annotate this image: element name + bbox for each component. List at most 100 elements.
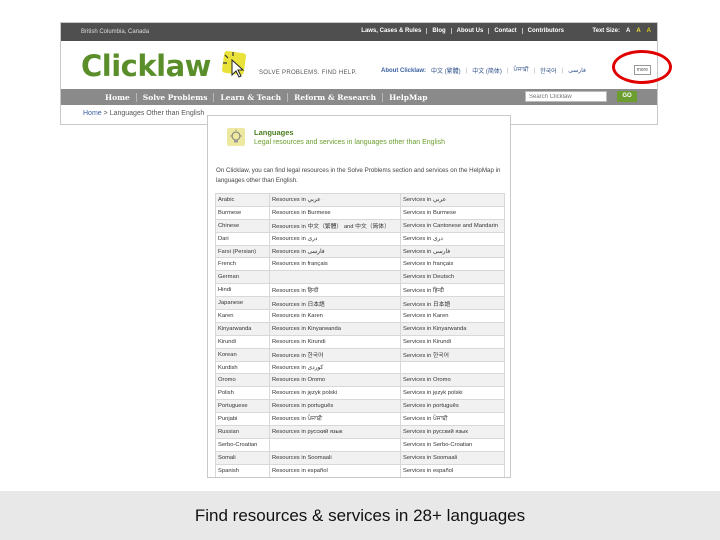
- language-cell: German: [215, 270, 270, 285]
- resources-cell[interactable]: Resources in हिन्दी: [269, 283, 401, 298]
- services-cell[interactable]: Services in دری: [400, 231, 505, 246]
- search-go-button[interactable]: GO: [617, 91, 637, 102]
- services-cell[interactable]: Services in Kirundi: [400, 334, 505, 349]
- panel-intro: On Clicklaw, you can find legal resource…: [216, 167, 501, 184]
- resources-cell[interactable]: Resources in język polski: [269, 386, 401, 401]
- resources-cell[interactable]: Resources in عربي: [269, 193, 401, 207]
- services-cell[interactable]: Services in język polski: [400, 386, 505, 401]
- lang-link-chinese-simplified[interactable]: 中文 (简体): [472, 66, 502, 75]
- resources-cell[interactable]: Resources in español: [269, 463, 401, 477]
- services-cell[interactable]: Services in Deutsch: [400, 270, 505, 285]
- resources-cell[interactable]: Resources in français: [269, 257, 401, 272]
- language-cell: Hindi: [215, 283, 270, 298]
- resources-cell[interactable]: Resources in português: [269, 399, 401, 414]
- table-row: Hindi Resources in हिन्दी Services in हिन्…: [215, 283, 505, 298]
- services-cell[interactable]: Services in Soomaali: [400, 450, 505, 465]
- language-cell: Oromo: [215, 373, 270, 388]
- resources-cell[interactable]: Resources in Kirundi: [269, 334, 401, 349]
- services-cell[interactable]: Services in فارسی: [400, 244, 505, 259]
- top-link-blog[interactable]: Blog: [426, 28, 450, 34]
- services-cell[interactable]: Services in Serbo-Croatian: [400, 437, 505, 452]
- lang-link-farsi[interactable]: فارسی: [568, 67, 586, 74]
- services-cell[interactable]: Services in português: [400, 399, 505, 414]
- table-row: Kurdish Resources in کوردی: [215, 360, 505, 375]
- top-links: Laws, Cases & Rules Blog About Us Contac…: [356, 28, 569, 34]
- language-cell: Serbo-Croatian: [215, 437, 270, 452]
- table-row: Farsi (Persian) Resources in فارسی Service…: [215, 244, 505, 259]
- table-row: Polish Resources in język polski Services …: [215, 386, 505, 401]
- services-cell[interactable]: Services in Karen: [400, 309, 505, 323]
- resources-cell[interactable]: Resources in ਪੰਜਾਬੀ: [269, 412, 401, 427]
- clicklaw-logo[interactable]: Clicklaw: [81, 49, 211, 83]
- caption-bar: Find resources & services in 28+ languag…: [0, 491, 720, 540]
- language-cell: French: [215, 257, 270, 272]
- nav-home[interactable]: Home: [99, 93, 136, 102]
- top-bar: British Columbia, Canada Laws, Cases & R…: [61, 23, 657, 41]
- services-cell[interactable]: Services in français: [400, 257, 505, 272]
- table-row: Kirundi Resources in Kirundi Services in K…: [215, 334, 505, 349]
- clicklaw-screenshot: British Columbia, Canada Laws, Cases & R…: [60, 22, 658, 125]
- language-cell: Kirundi: [215, 334, 270, 349]
- services-cell[interactable]: Services in русский язык: [400, 425, 505, 439]
- language-cell: Burmese: [215, 205, 270, 220]
- top-link-contributors[interactable]: Contributors: [521, 28, 569, 34]
- resources-cell[interactable]: Resources in 中文（繁體） and 中文（简体）: [269, 218, 401, 233]
- tagline: SOLVE PROBLEMS. FIND HELP.: [259, 70, 357, 76]
- services-cell[interactable]: Services in Oromo: [400, 373, 505, 388]
- services-cell[interactable]: Services in 日本語: [400, 296, 505, 311]
- services-cell[interactable]: Services in Kinyarwanda: [400, 321, 505, 336]
- services-cell[interactable]: Services in हिन्दी: [400, 283, 505, 298]
- separator: |: [533, 67, 536, 74]
- resources-cell: [269, 270, 401, 285]
- services-cell[interactable]: Services in Cantonese and Mandarin: [400, 218, 505, 233]
- resources-cell: [269, 437, 401, 452]
- highlight-circle: [612, 50, 672, 84]
- languages-table: Arabic Resources in عربي Services in عربي B…: [215, 193, 505, 477]
- language-cell: Kurdish: [215, 360, 270, 375]
- services-cell[interactable]: Services in ਪੰਜਾਬੀ: [400, 412, 505, 427]
- resources-cell[interactable]: Resources in Soomaali: [269, 450, 401, 465]
- nav-solve-problems[interactable]: Solve Problems: [135, 92, 214, 102]
- resources-cell[interactable]: Resources in Oromo: [269, 373, 401, 388]
- lang-link-punjabi[interactable]: ਪੰਜਾਬੀ: [513, 67, 528, 74]
- resources-cell[interactable]: Resources in دری: [269, 231, 401, 246]
- resources-cell[interactable]: Resources in کوردی: [269, 360, 401, 375]
- lightbulb-icon: [227, 128, 245, 146]
- language-cell: Russian: [215, 425, 270, 439]
- cursor-click-icon: [221, 50, 247, 78]
- table-row: Spanish Resources in español Services in e…: [215, 463, 505, 477]
- language-cell: Polish: [215, 386, 270, 401]
- services-cell[interactable]: Services in 한국어: [400, 347, 505, 362]
- resources-cell[interactable]: Resources in Kinyarwanda: [269, 321, 401, 336]
- services-cell[interactable]: Services in عربي: [400, 193, 505, 207]
- services-cell[interactable]: Services in español: [400, 463, 505, 477]
- resources-cell[interactable]: Resources in 한국어: [269, 347, 401, 362]
- nav-helpmap[interactable]: HelpMap: [382, 92, 433, 102]
- text-size-small[interactable]: A: [626, 28, 630, 34]
- resources-cell[interactable]: Resources in Karen: [269, 309, 401, 323]
- top-link-laws[interactable]: Laws, Cases & Rules: [356, 28, 426, 34]
- search-input[interactable]: [525, 91, 607, 102]
- table-row: Chinese Resources in 中文（繁體） and 中文（简体） Ser…: [215, 218, 505, 233]
- nav-learn-teach[interactable]: Learn & Teach: [213, 92, 287, 102]
- breadcrumb-home[interactable]: Home: [83, 110, 102, 117]
- resources-cell[interactable]: Resources in فارسی: [269, 244, 401, 259]
- lang-link-chinese-traditional[interactable]: 中文 (繁體): [431, 66, 461, 75]
- lang-link-korean[interactable]: 한국어: [540, 66, 557, 75]
- text-size-large[interactable]: A: [647, 28, 651, 34]
- panel-title: Languages: [254, 128, 294, 137]
- table-row: Arabic Resources in عربي Services in عربي: [215, 193, 505, 207]
- resources-cell[interactable]: Resources in Burmese: [269, 205, 401, 220]
- services-cell[interactable]: Services in Burmese: [400, 205, 505, 220]
- top-link-about[interactable]: About Us: [450, 28, 489, 34]
- resources-cell[interactable]: Resources in 日本語: [269, 296, 401, 311]
- text-size-medium[interactable]: A: [636, 28, 640, 34]
- top-link-contact[interactable]: Contact: [488, 28, 521, 34]
- main-nav: Home Solve Problems Learn & Teach Reform…: [61, 89, 657, 105]
- language-cell: Spanish: [215, 463, 270, 477]
- languages-panel: Languages Legal resources and services i…: [207, 115, 511, 478]
- resources-cell[interactable]: Resources in русский язык: [269, 425, 401, 439]
- nav-reform-research[interactable]: Reform & Research: [287, 92, 382, 102]
- caption-text: Find resources & services in 28+ languag…: [194, 506, 526, 525]
- text-size-controls: Text Size: A A A: [592, 28, 651, 34]
